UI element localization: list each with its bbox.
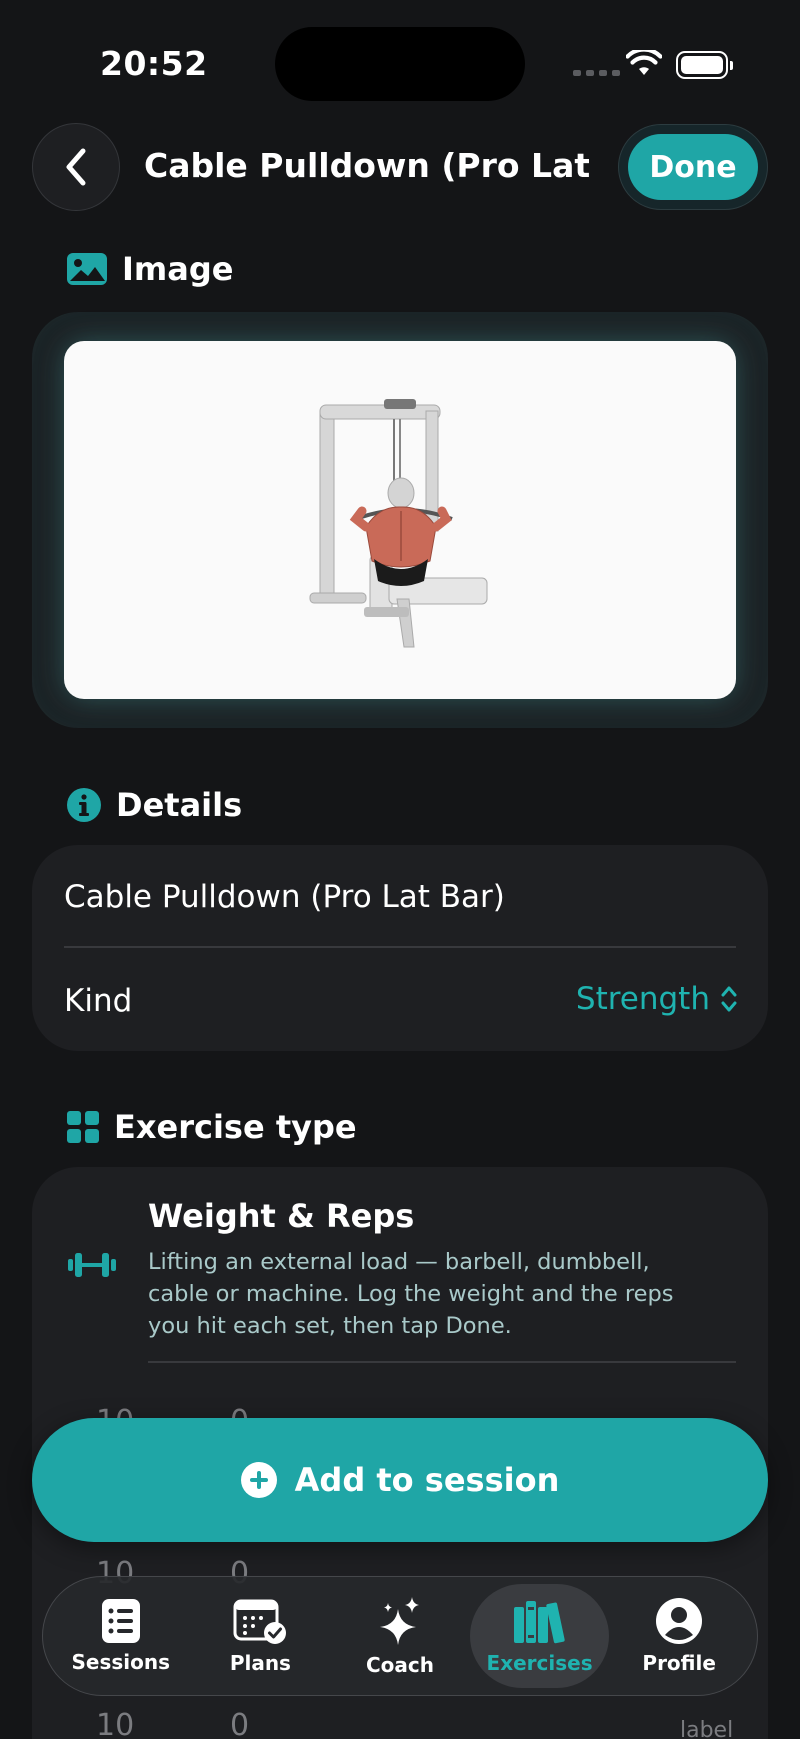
tab-exercises[interactable]: Exercises <box>469 1584 610 1688</box>
done-button-wrapper[interactable]: Done <box>618 124 768 210</box>
chevron-left-icon <box>66 148 86 186</box>
divider <box>64 946 736 948</box>
add-to-session-label: Add to session <box>294 1461 560 1499</box>
photo-icon <box>67 253 107 285</box>
exercise-illustration <box>309 399 488 648</box>
battery-icon <box>676 51 733 79</box>
sparkles-icon <box>379 1597 419 1645</box>
dumbbell-icon <box>68 1253 116 1277</box>
details-section-title: Details <box>116 786 243 824</box>
divider <box>148 1361 736 1363</box>
tab-sessions[interactable]: Sessions <box>51 1584 191 1688</box>
chevron-up-down-icon <box>721 986 737 1012</box>
details-section-header: Details <box>66 786 242 824</box>
exercise-type-section-header: Exercise type <box>66 1108 357 1146</box>
tab-label: Plans <box>229 1651 291 1675</box>
tab-label: Exercises <box>486 1651 593 1675</box>
kind-label: Kind <box>64 983 133 1019</box>
done-button[interactable]: Done <box>628 134 758 200</box>
set-reps-value: 10 <box>96 1708 135 1739</box>
grid-icon <box>67 1111 99 1143</box>
set-weight-value: 0 <box>230 1708 250 1739</box>
exercise-name-field[interactable]: Cable Pulldown (Pro Lat Bar) <box>64 879 505 915</box>
exercise-image[interactable] <box>64 341 736 699</box>
library-icon <box>513 1601 565 1644</box>
info-icon <box>67 788 101 822</box>
add-to-session-button[interactable]: Add to session <box>32 1418 768 1542</box>
details-card: Cable Pulldown (Pro Lat Bar) Kind Streng… <box>32 845 768 1051</box>
exercise-type-description: Lifting an external load — barbell, dumb… <box>148 1249 674 1339</box>
tab-plans[interactable]: Plans <box>191 1584 331 1688</box>
person-icon <box>656 1598 703 1644</box>
tab-label: Profile <box>642 1651 716 1675</box>
calendar-check-icon <box>233 1599 287 1644</box>
image-section-header: Image <box>66 250 233 288</box>
image-section-title: Image <box>122 250 234 288</box>
page-title: Cable Pulldown (Pro Lat B... <box>144 146 589 185</box>
dynamic-island <box>275 27 525 101</box>
set-side-label: label <box>680 1718 734 1739</box>
tab-coach[interactable]: Coach <box>330 1584 470 1688</box>
back-button[interactable] <box>32 123 120 211</box>
list-icon <box>101 1599 140 1643</box>
tab-bar: Sessions Plans Coach Exercises Profile <box>42 1576 758 1696</box>
exercise-type-section-title: Exercise type <box>114 1108 357 1146</box>
wifi-icon <box>626 50 662 75</box>
tab-label: Sessions <box>71 1650 171 1674</box>
status-time: 20:52 <box>100 44 208 83</box>
kind-picker[interactable]: Strength <box>576 981 738 1017</box>
tab-label: Coach <box>365 1653 434 1677</box>
plus-circle-icon <box>240 1462 277 1498</box>
tab-profile[interactable]: Profile <box>609 1584 749 1688</box>
cellular-signal-icon <box>573 70 620 76</box>
kind-value: Strength <box>575 981 710 1017</box>
image-card <box>32 312 768 728</box>
exercise-type-name: Weight & Reps <box>148 1197 415 1235</box>
